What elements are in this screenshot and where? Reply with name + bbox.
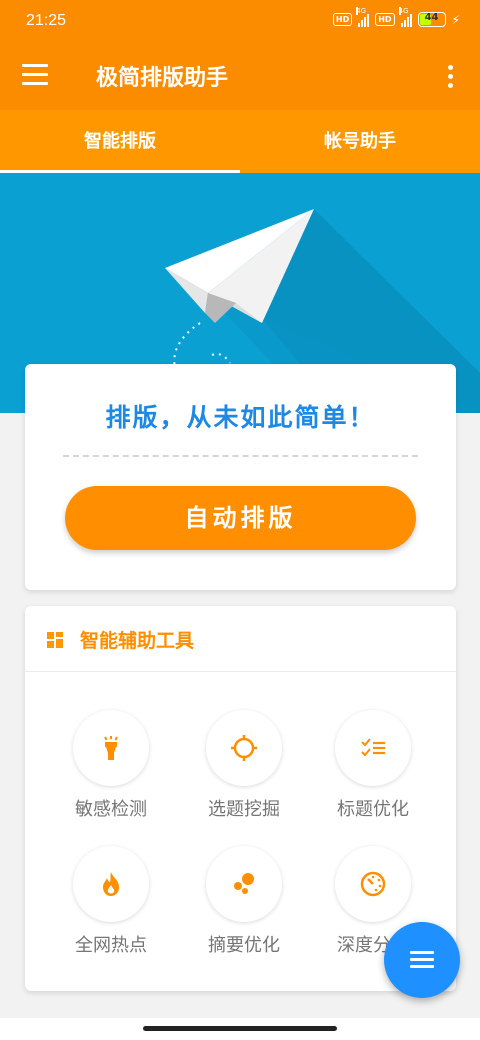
- signal-icon: 4G: [356, 6, 370, 27]
- dashed-divider: [63, 455, 418, 457]
- tool-label: 选题挖掘: [208, 799, 280, 820]
- tab-bar: 智能排版 帐号助手: [0, 110, 480, 173]
- flashlight-icon: [104, 736, 118, 760]
- timer-icon: [360, 871, 386, 897]
- tool-hot-topics[interactable]: 全网热点: [51, 846, 171, 966]
- tool-title-optimize[interactable]: 标题优化: [313, 710, 433, 830]
- battery-icon: 44: [417, 12, 446, 27]
- tool-circle: [335, 710, 411, 786]
- main-card: 排版，从未如此简单！ 自动排版: [25, 364, 456, 590]
- tools-title: 智能辅助工具: [80, 630, 195, 652]
- tool-label: 标题优化: [337, 799, 409, 820]
- more-vertical-icon[interactable]: [440, 60, 460, 92]
- tab-account-helper[interactable]: 帐号助手: [240, 110, 480, 173]
- tools-header: 智能辅助工具: [25, 606, 456, 672]
- tool-summary-optimize[interactable]: 摘要优化: [184, 846, 304, 966]
- tool-circle: [335, 846, 411, 922]
- status-icons: HD 4G HD 4G 44 ⚡: [332, 6, 460, 27]
- tab-smart-layout[interactable]: 智能排版: [0, 110, 240, 173]
- hd-badge: HD: [332, 13, 353, 26]
- tool-topic-mining[interactable]: 选题挖掘: [184, 710, 304, 830]
- battery-level: 44: [424, 12, 439, 23]
- status-time: 21:25: [26, 12, 67, 29]
- tool-circle: [206, 846, 282, 922]
- app-bar: 极简排版助手: [0, 44, 480, 110]
- auto-layout-button[interactable]: 自动排版: [65, 486, 416, 550]
- hd-badge-2: HD: [375, 13, 395, 26]
- tool-label: 敏感检测: [75, 799, 147, 820]
- crosshair-icon: [231, 735, 257, 761]
- slogan-text: 排版，从未如此简单！: [105, 403, 376, 432]
- fab-menu-button[interactable]: [384, 922, 460, 998]
- status-bar: 21:25 HD 4G HD 4G 44 ⚡: [0, 0, 480, 44]
- flame-icon: [103, 872, 119, 896]
- tool-circle: [73, 710, 149, 786]
- home-indicator[interactable]: [143, 1026, 337, 1031]
- network-type-label-2: 4G: [398, 6, 409, 15]
- bubbles-icon: [234, 873, 254, 894]
- app-title: 极简排版助手: [96, 66, 229, 91]
- tool-circle: [73, 846, 149, 922]
- tools-card: 智能辅助工具 敏感检测 选题挖掘 标题优化 全网热点 摘要优化 深度分析: [25, 606, 456, 991]
- charging-icon: ⚡: [451, 12, 460, 27]
- checklist-icon: [361, 738, 385, 757]
- tool-label: 摘要优化: [208, 935, 280, 956]
- tool-sensitive-check[interactable]: 敏感检测: [51, 710, 171, 830]
- tool-label: 全网热点: [75, 935, 147, 956]
- tool-circle: [206, 710, 282, 786]
- grid-icon: [47, 632, 63, 648]
- network-type-label: 4G: [356, 6, 367, 15]
- hamburger-menu-icon[interactable]: [22, 64, 52, 90]
- signal-icon-2: 4G: [398, 6, 412, 27]
